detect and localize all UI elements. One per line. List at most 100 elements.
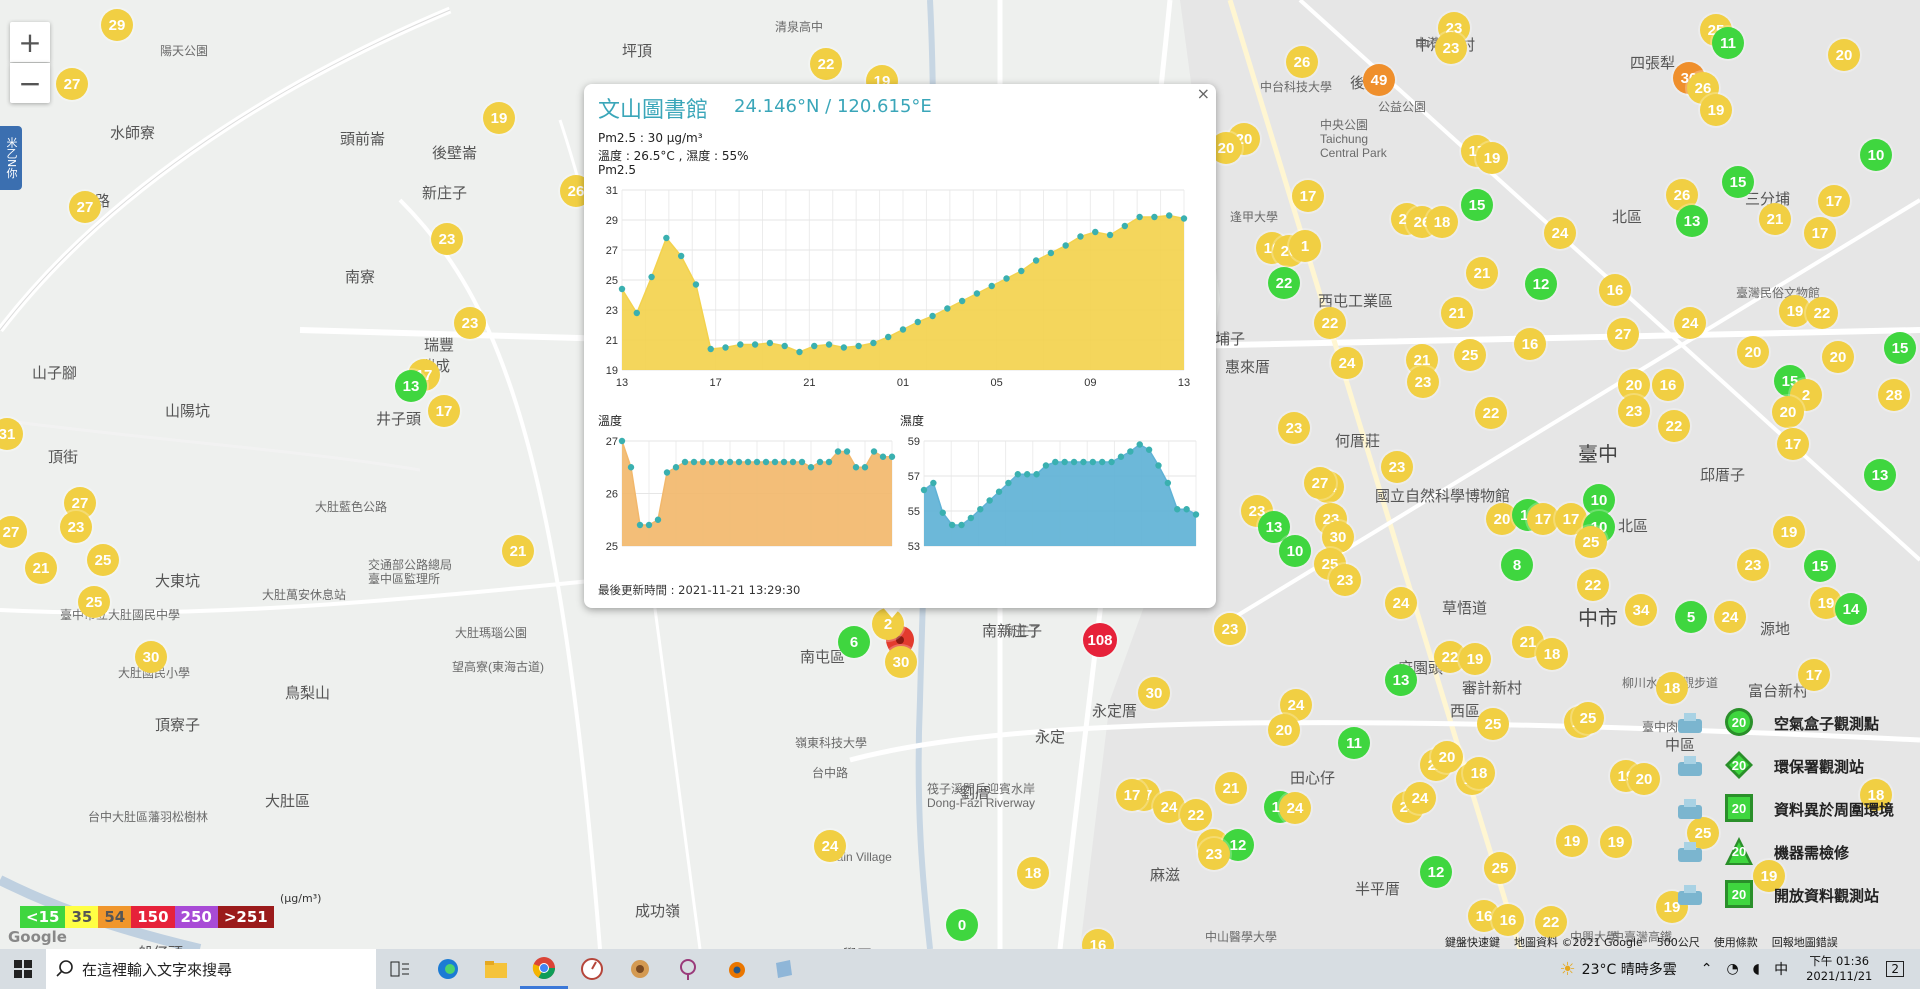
station-marker[interactable]: 23 — [1278, 412, 1310, 444]
station-marker[interactable]: 25 — [1575, 526, 1607, 558]
volume-icon[interactable]: ◖ — [1753, 961, 1760, 977]
station-marker[interactable]: 14 — [1835, 593, 1867, 625]
station-marker[interactable]: 27 — [69, 191, 101, 223]
windows-start-button[interactable] — [0, 949, 46, 989]
station-marker[interactable]: 11 — [1338, 727, 1370, 759]
station-marker[interactable]: 108 — [1083, 623, 1117, 657]
station-marker[interactable]: 19 — [483, 102, 515, 134]
station-marker[interactable]: 19 — [1476, 142, 1508, 174]
station-marker[interactable]: 10 — [1860, 139, 1892, 171]
station-marker[interactable]: 22 — [1806, 297, 1838, 329]
station-marker[interactable]: 15 — [1884, 332, 1916, 364]
station-marker[interactable]: 18 — [1656, 672, 1688, 704]
app-icon-2[interactable] — [616, 949, 664, 989]
station-marker[interactable]: 23 — [1618, 395, 1650, 427]
side-panel-tab[interactable]: 米乙N你 — [0, 126, 22, 190]
station-marker[interactable]: 23 — [431, 223, 463, 255]
station-marker[interactable]: 34 — [1625, 594, 1657, 626]
station-marker[interactable]: 18 — [1463, 757, 1495, 789]
station-marker[interactable]: 17 — [1798, 659, 1830, 691]
attribution-item[interactable]: 鍵盤快速鍵 — [1445, 934, 1500, 949]
station-marker[interactable]: 23 — [454, 307, 486, 339]
map[interactable]: 臺中 中市 北區 北區 南屯區 大肚區 西區 中區 頭前崙 後壁崙 新庄子 南寮 瑞豐 井子頭 山子腳 山陽坑… — [0, 0, 1920, 949]
station-marker[interactable]: 24 — [1385, 587, 1417, 619]
station-marker[interactable]: 21 — [1215, 772, 1247, 804]
station-marker[interactable]: 16 — [1492, 904, 1524, 936]
station-marker[interactable]: 15 — [1461, 189, 1493, 221]
station-marker[interactable]: 23 — [1198, 838, 1230, 870]
station-marker[interactable]: 25 — [1477, 708, 1509, 740]
station-marker[interactable]: 17 — [1292, 180, 1324, 212]
station-marker[interactable]: 18 — [1426, 206, 1458, 238]
app-icon-3[interactable] — [664, 949, 712, 989]
weather-text[interactable]: 23°C 晴時多雲 — [1582, 959, 1677, 979]
station-marker[interactable]: 17 — [428, 395, 460, 427]
station-marker[interactable]: 20 — [1772, 396, 1804, 428]
station-marker[interactable]: 24 — [1279, 792, 1311, 824]
station-marker[interactable]: 30 — [135, 641, 167, 673]
station-marker[interactable]: 25 — [1484, 852, 1516, 884]
station-marker[interactable]: 0 — [946, 909, 978, 941]
station-marker[interactable]: 16 — [1599, 274, 1631, 306]
station-marker[interactable]: 20 — [1737, 336, 1769, 368]
notification-badge[interactable]: 2 — [1886, 961, 1904, 977]
station-marker[interactable]: 24 — [814, 830, 846, 862]
attribution-item[interactable]: 回報地圖錯誤 — [1772, 934, 1838, 949]
station-marker[interactable]: 22 — [810, 48, 842, 80]
station-marker[interactable]: 23 — [1737, 549, 1769, 581]
station-marker[interactable]: 25 — [87, 544, 119, 576]
station-marker[interactable]: 22 — [1314, 307, 1346, 339]
app-icon-4[interactable] — [760, 949, 808, 989]
station-marker[interactable]: 1 — [1289, 230, 1321, 262]
station-marker[interactable]: 6 — [838, 626, 870, 658]
station-marker[interactable]: 8 — [1501, 549, 1533, 581]
blender-icon[interactable] — [712, 949, 760, 989]
station-marker[interactable]: 17 — [1116, 779, 1148, 811]
file-explorer-icon[interactable] — [472, 949, 520, 989]
station-marker[interactable]: 30 — [885, 646, 917, 678]
attribution-item[interactable]: 地圖資料 ©2021 Google — [1514, 934, 1643, 949]
edge-icon[interactable] — [424, 949, 472, 989]
station-marker[interactable]: 49 — [1363, 64, 1395, 96]
station-marker[interactable]: 21 — [502, 535, 534, 567]
station-marker[interactable]: 20 — [1268, 714, 1300, 746]
station-marker[interactable]: 25 — [1572, 702, 1604, 734]
station-marker[interactable]: 15 — [1722, 166, 1754, 198]
station-marker[interactable]: 23 — [1214, 613, 1246, 645]
chevron-up-icon[interactable]: ⌃ — [1701, 961, 1713, 977]
station-marker[interactable]: 27 — [56, 68, 88, 100]
station-marker[interactable]: 20 — [1628, 763, 1660, 795]
task-view-icon[interactable] — [376, 949, 424, 989]
station-marker[interactable]: 17 — [1818, 185, 1850, 217]
station-marker[interactable]: 17 — [1777, 428, 1809, 460]
station-marker[interactable]: 13 — [395, 370, 427, 402]
station-marker[interactable]: 15 — [1804, 550, 1836, 582]
station-marker[interactable]: 21 — [1759, 203, 1791, 235]
zoom-in-button[interactable]: + — [10, 22, 50, 62]
station-marker[interactable]: 18 — [1017, 857, 1049, 889]
station-marker[interactable]: 12 — [1525, 268, 1557, 300]
station-marker[interactable]: 20 — [1828, 39, 1860, 71]
station-marker[interactable]: 19 — [1556, 825, 1588, 857]
ime-indicator[interactable]: 中 — [1774, 959, 1788, 979]
station-marker[interactable]: 25 — [1454, 339, 1486, 371]
station-marker[interactable]: 24 — [1404, 782, 1436, 814]
station-marker[interactable]: 16 — [1514, 328, 1546, 360]
station-marker[interactable]: 22 — [1268, 267, 1300, 299]
taskbar-search[interactable]: 在這裡輸入文字來搜尋 — [46, 949, 376, 989]
station-marker[interactable]: 21 — [1441, 297, 1473, 329]
station-marker[interactable]: 28 — [1878, 379, 1910, 411]
station-marker[interactable]: 24 — [1714, 601, 1746, 633]
clock[interactable]: 下午 01:36 2021/11/21 — [1806, 954, 1872, 984]
station-marker[interactable]: 22 — [1475, 397, 1507, 429]
chrome-icon[interactable] — [520, 949, 568, 989]
network-icon[interactable]: ◔ — [1726, 961, 1738, 977]
station-marker[interactable]: 24 — [1544, 217, 1576, 249]
station-marker[interactable]: 22 — [1658, 410, 1690, 442]
station-marker[interactable]: 23 — [1329, 564, 1361, 596]
station-marker[interactable]: 10 — [1279, 535, 1311, 567]
station-marker[interactable]: 25 — [78, 586, 110, 618]
station-marker[interactable]: 12 — [1420, 856, 1452, 888]
station-marker[interactable]: 19 — [1773, 516, 1805, 548]
station-marker[interactable]: 19 — [1459, 643, 1491, 675]
